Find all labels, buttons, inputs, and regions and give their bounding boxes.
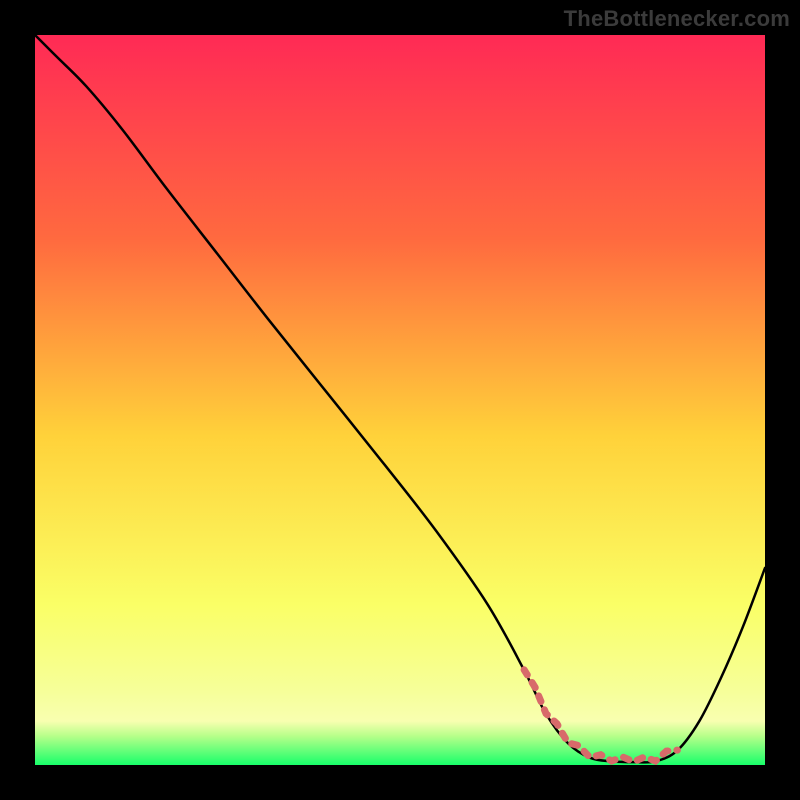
gradient-background <box>35 35 765 765</box>
watermark-text: TheBottlenecker.com <box>564 6 790 32</box>
plot-area <box>35 35 765 765</box>
chart-svg <box>35 35 765 765</box>
chart-container: TheBottlenecker.com <box>0 0 800 800</box>
